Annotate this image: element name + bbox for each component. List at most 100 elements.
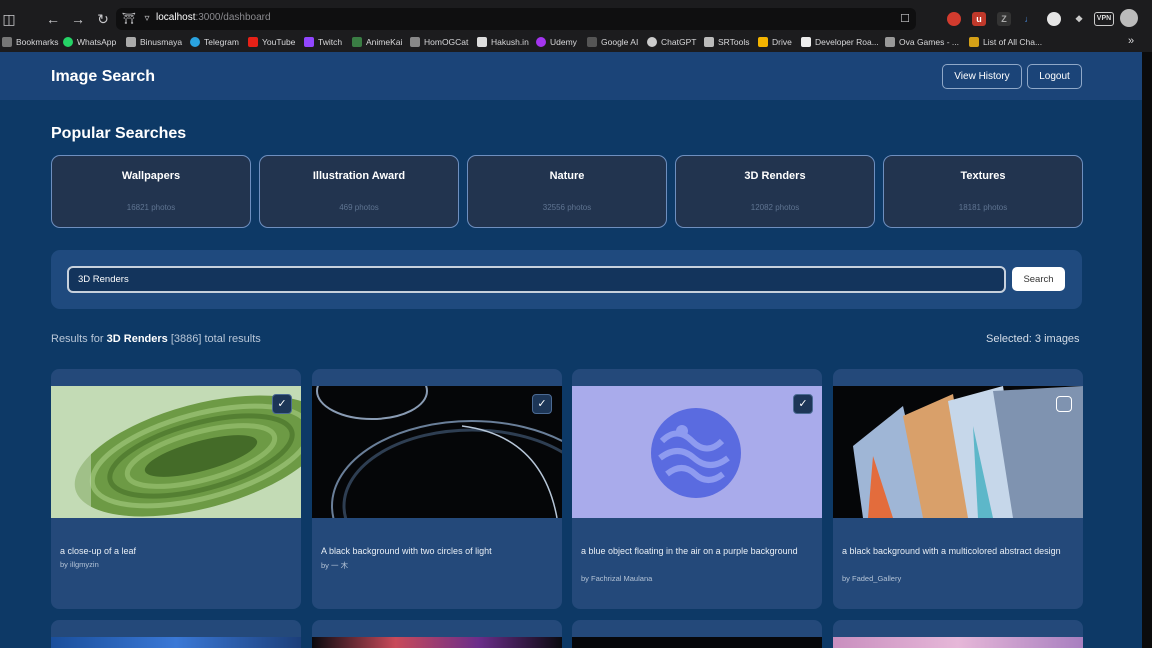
bookmark-item[interactable]: Hakush.in	[477, 37, 529, 47]
more-bookmarks-icon[interactable]: »	[1128, 35, 1134, 47]
bookmark-label: Binusmaya	[140, 37, 183, 47]
bookmark-item[interactable]: Udemy	[536, 37, 577, 47]
card-description: a black background with a multicolored a…	[842, 546, 1061, 556]
popular-card-illustration-award[interactable]: Illustration Award 469 photos	[259, 155, 459, 228]
forward-arrow-icon[interactable]: →	[69, 10, 87, 28]
extension-ublock-icon[interactable]: u	[972, 12, 986, 26]
bookmark-item[interactable]: YouTube	[248, 37, 295, 47]
image-card[interactable]	[51, 620, 301, 648]
folder-icon	[2, 37, 12, 47]
twitch-icon	[304, 37, 314, 47]
popular-card-wallpapers[interactable]: Wallpapers 16821 photos	[51, 155, 251, 228]
extensions-puzzle-icon[interactable]: ❖	[1072, 12, 1086, 26]
bookmark-label: Google AI	[601, 37, 639, 47]
image-card[interactable]: ✓ a close-up of a leaf by illgmyzin	[51, 369, 301, 609]
results-total: [3886]	[170, 333, 202, 345]
youtube-icon	[248, 37, 258, 47]
back-arrow-icon[interactable]: ←	[44, 10, 62, 28]
popular-card-textures[interactable]: Textures 18181 photos	[883, 155, 1083, 228]
bookmark-item[interactable]: Telegram	[190, 37, 239, 47]
image-card[interactable]: ✓ A black background with two circles of…	[312, 369, 562, 609]
results-prefix: Results for	[51, 333, 104, 345]
bookmark-item[interactable]: WhatsApp	[63, 37, 116, 47]
select-checkbox[interactable]: ✓	[793, 394, 813, 414]
extension-z-icon[interactable]: Z	[997, 12, 1011, 26]
bookmark-item[interactable]: SRTools	[704, 37, 750, 47]
bookmark-item[interactable]: Developer Roa...	[801, 37, 879, 47]
bookmark-item[interactable]: Google AI	[587, 37, 638, 47]
vpn-icon[interactable]: VPN	[1094, 12, 1114, 26]
extension-circle-icon[interactable]	[1047, 12, 1061, 26]
bookmark-label: WhatsApp	[77, 37, 117, 47]
image-card[interactable]: ✓ a blue object floating in the air on a…	[572, 369, 822, 609]
bookmark-item[interactable]: HomOGCat	[410, 37, 468, 47]
address-bar[interactable]: ⛩ ▿ localhost:3000/dashboard ☐	[116, 8, 916, 30]
card-image-light-circles[interactable]	[312, 386, 562, 518]
popular-card-name: Wallpapers	[121, 170, 181, 182]
shield-icon[interactable]: ⛩	[120, 10, 138, 28]
site-info-icon[interactable]: ▿	[138, 10, 156, 28]
extension-record-icon[interactable]	[947, 12, 961, 26]
bookmark-label: SRTools	[718, 37, 750, 47]
card-image-partial[interactable]	[51, 637, 301, 648]
search-panel: Search	[51, 250, 1082, 309]
popular-card-count: 12082 photos	[750, 203, 800, 212]
hakush-icon	[477, 37, 487, 47]
card-description: a blue object floating in the air on a p…	[581, 546, 798, 556]
bookmark-label: YouTube	[262, 37, 296, 47]
bookmark-label: ChatGPT	[661, 37, 697, 47]
bookmark-item[interactable]: Bookmarks	[2, 37, 59, 47]
card-image-partial[interactable]	[833, 637, 1083, 648]
bookmark-label: AnimeKai	[366, 37, 403, 47]
popular-card-nature[interactable]: Nature 32556 photos	[467, 155, 667, 228]
card-image-leaf[interactable]	[51, 386, 301, 518]
bookmark-icon[interactable]: ☐	[896, 10, 914, 28]
results-suffix: total results	[204, 333, 261, 345]
card-author: by Fachrizal Maulana	[581, 574, 653, 583]
card-image-partial[interactable]	[312, 637, 562, 648]
drive-icon	[758, 37, 768, 47]
card-description: a close-up of a leaf	[60, 546, 137, 556]
image-card[interactable]: a black background with a multicolored a…	[833, 369, 1083, 609]
popular-searches-title: Popular Searches	[51, 125, 187, 142]
extension-audio-icon[interactable]: ♩	[1022, 12, 1036, 26]
card-image-abstract-glass[interactable]	[833, 386, 1083, 518]
bookmark-label: Developer Roa...	[815, 37, 879, 47]
ova-games-icon	[885, 37, 895, 47]
search-input[interactable]	[67, 266, 1006, 293]
popular-card-name: Illustration Award	[312, 170, 406, 182]
select-checkbox[interactable]: ✓	[532, 394, 552, 414]
bookmark-label: HomOGCat	[424, 37, 469, 47]
bookmark-item[interactable]: Ova Games - ...	[885, 37, 959, 47]
bookmark-item[interactable]: Drive	[758, 37, 792, 47]
card-image-blue-object[interactable]	[572, 386, 822, 518]
image-card[interactable]	[312, 620, 562, 648]
logout-button[interactable]: Logout	[1027, 64, 1082, 89]
bookmark-item[interactable]: Binusmaya	[126, 37, 182, 47]
view-history-button[interactable]: View History	[942, 64, 1022, 89]
image-card[interactable]	[833, 620, 1083, 648]
image-card[interactable]	[572, 620, 822, 648]
bookmark-label: Telegram	[204, 37, 239, 47]
card-image-partial[interactable]	[572, 637, 822, 648]
bookmark-item[interactable]: AnimeKai	[352, 37, 402, 47]
binusmaya-icon	[126, 37, 136, 47]
popular-card-name: Textures	[960, 170, 1006, 182]
bookmark-item[interactable]: ChatGPT	[647, 37, 696, 47]
profile-avatar-icon[interactable]	[1120, 9, 1138, 27]
card-author: by illgmyzin	[60, 560, 99, 569]
browser-chrome: ◫ ← → ↻ ⛩ ▿ localhost:3000/dashboard ☐ u…	[0, 0, 1152, 52]
reload-icon[interactable]: ↻	[94, 10, 112, 28]
bookmark-item[interactable]: List of All Cha...	[969, 37, 1042, 47]
bookmark-item[interactable]: Twitch	[304, 37, 342, 47]
sidebar-toggle-icon[interactable]: ◫	[0, 10, 18, 28]
url-text[interactable]: localhost:3000/dashboard	[156, 12, 271, 23]
select-checkbox[interactable]: ✓	[272, 394, 292, 414]
card-author: by 一 木	[321, 561, 349, 570]
popular-card-3d-renders[interactable]: 3D Renders 12082 photos	[675, 155, 875, 228]
bookmark-label: List of All Cha...	[983, 37, 1043, 47]
scrollbar[interactable]	[1142, 52, 1152, 648]
select-checkbox[interactable]	[1056, 396, 1072, 412]
search-button[interactable]: Search	[1012, 267, 1065, 291]
homogcat-icon	[410, 37, 420, 47]
